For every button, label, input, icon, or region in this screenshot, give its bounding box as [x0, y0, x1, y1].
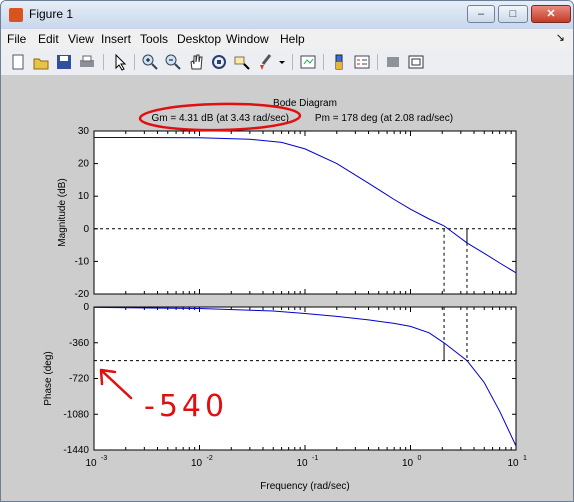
gain-margin-label: Gm = 4.31 dB (at 3.43 rad/sec) ,	[151, 113, 294, 124]
mag-tick-label: -10	[75, 256, 90, 267]
x-axis-label: Frequency (rad/sec)	[260, 481, 349, 492]
x-tick-label-exp: 1	[523, 455, 527, 462]
phase-tick-label: -720	[69, 374, 89, 385]
close-icon: ✕	[546, 8, 556, 20]
x-tick-label-base: 10	[296, 458, 308, 469]
phase-tick-label: -1080	[63, 409, 89, 420]
rotate-3d-icon[interactable]	[210, 53, 228, 71]
mag-tick-label: 10	[78, 191, 90, 202]
new-figure-icon[interactable]	[9, 53, 27, 71]
phase-margin-label: Pm = 178 deg (at 2.08 rad/sec)	[315, 113, 453, 124]
magnitude-axis-label: Magnitude (dB)	[57, 178, 68, 246]
magnitude-axes	[93, 130, 517, 295]
x-tick-label-base: 10	[85, 458, 97, 469]
zoom-in-icon[interactable]	[141, 53, 159, 71]
menu-edit[interactable]: Edit	[38, 32, 59, 46]
link-plot-icon[interactable]	[299, 53, 317, 71]
save-icon[interactable]	[55, 53, 73, 71]
minimize-icon: –	[477, 8, 485, 20]
data-cursor-icon[interactable]	[233, 53, 251, 71]
mag-tick-label: 0	[83, 224, 89, 235]
figure-canvas[interactable]: Bode Diagram Gm = 4.31 dB (at 3.43 rad/se…	[1, 76, 574, 502]
zoom-out-icon[interactable]	[164, 53, 182, 71]
x-tick-label-base: 10	[402, 458, 414, 469]
handwritten-minus-540-annotation: -540	[144, 389, 228, 424]
insert-legend-icon[interactable]	[353, 53, 371, 71]
phase-axis-label: Phase (deg)	[43, 351, 54, 405]
phase-tick-label: -1440	[63, 445, 89, 456]
x-tick-label-base: 10	[191, 458, 203, 469]
minimize-button[interactable]: –	[467, 5, 495, 23]
x-tick-label-exp: -2	[207, 455, 213, 462]
menu-desktop[interactable]: Desktop	[177, 32, 221, 46]
maximize-icon: □	[509, 8, 517, 20]
x-tick-label-exp: -1	[312, 455, 318, 462]
edit-plot-arrow-icon[interactable]	[111, 53, 129, 71]
menu-bar: File Edit View Insert Tools Desktop Wind…	[1, 29, 573, 49]
show-plot-tools-icon[interactable]	[407, 53, 425, 71]
maximize-button[interactable]: □	[498, 5, 528, 23]
mag-tick-label: 30	[78, 126, 90, 137]
open-file-icon[interactable]	[32, 53, 50, 71]
mag-tick-label: -20	[75, 289, 90, 300]
x-tick-label-exp: -3	[101, 455, 107, 462]
menu-file[interactable]: File	[7, 32, 26, 46]
dock-figure-icon[interactable]: ↘	[556, 31, 565, 44]
hide-plot-tools-icon[interactable]	[384, 53, 402, 71]
menu-view[interactable]: View	[68, 32, 94, 46]
x-tick-label-exp: 0	[418, 455, 422, 462]
mag-tick-label: 20	[78, 159, 90, 170]
phase-tick-label: -360	[69, 338, 89, 349]
insert-colorbar-icon[interactable]	[330, 53, 348, 71]
menu-insert[interactable]: Insert	[101, 32, 131, 46]
figure-toolbar	[1, 49, 573, 76]
title-bar[interactable]: Figure 1 – □ ✕	[1, 1, 573, 29]
menu-window[interactable]: Window	[226, 32, 269, 46]
x-tick-label-base: 10	[507, 458, 519, 469]
brush-icon[interactable]	[256, 53, 274, 71]
brush-dropdown-icon[interactable]	[277, 53, 287, 71]
menu-help[interactable]: Help	[280, 32, 305, 46]
close-button[interactable]: ✕	[531, 5, 571, 23]
matlab-figure-icon	[9, 8, 23, 22]
phase-tick-label: 0	[83, 302, 89, 313]
menu-tools[interactable]: Tools	[140, 32, 168, 46]
window-title: Figure 1	[29, 7, 74, 21]
figure-window: Figure 1 – □ ✕ File Edit View Insert Too…	[0, 0, 574, 502]
print-icon[interactable]	[78, 53, 96, 71]
phase-axes	[93, 306, 517, 451]
bode-plot[interactable]: Bode DiagramGm = 4.31 dB (at 3.43 rad/se…	[1, 76, 574, 502]
pan-hand-icon[interactable]	[187, 53, 205, 71]
